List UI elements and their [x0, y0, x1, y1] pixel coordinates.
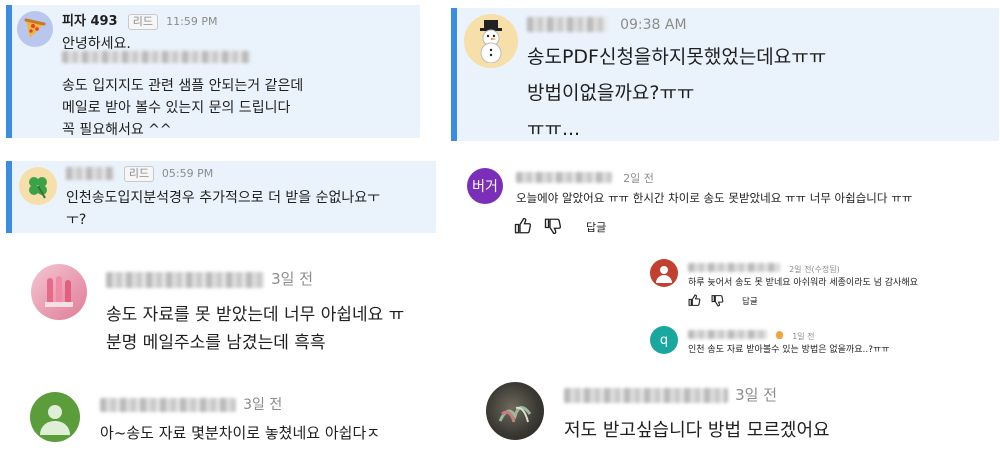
message-line: 꼭 필요해서요 ^^ — [62, 122, 172, 138]
reply-button[interactable]: 답글 — [742, 295, 758, 307]
comment-text: 인천 송도 자료 받아볼수 있는 방법은 없을까요..?ㅠㅠ — [688, 345, 890, 355]
snowman-icon — [480, 20, 502, 63]
message-line: 송도 입지지도 관련 샘플 안되는거 같은데 — [62, 78, 304, 94]
message-card-1: 피자 493 리드 11:59 PM 안녕하세요. 송도 입지지도 관련 샘플 … — [6, 5, 420, 138]
comment-text: 오늘에야 알았어요 ㅠㅠ 한시간 차이로 송도 못받았네요 ㅠㅠ 너무 아쉽습니… — [516, 191, 913, 205]
redacted-author — [527, 17, 607, 32]
person-icon — [656, 266, 672, 283]
avatar[interactable]: 버거 — [467, 168, 503, 204]
avatar-initials: q — [659, 332, 669, 348]
comment-card-5: 2일 전(수정됨) 하루 늦어서 송도 못 받네요 아쉬워라 세종이라도 넘 감… — [644, 254, 964, 314]
comment-card-7: 3일 전 송도 자료를 못 받았는데 너무 아쉽네요 ㅠ 분명 메일주소를 남겼… — [26, 260, 466, 360]
redacted-author — [688, 263, 780, 272]
redacted-author — [106, 271, 264, 288]
timestamp[interactable]: 11:59 PM — [166, 15, 217, 28]
clover-icon — [29, 177, 47, 199]
avatar[interactable]: q — [650, 326, 678, 354]
timestamp[interactable]: 3일 전 — [243, 397, 282, 413]
comment-text: 저도 받고싶습니다 방법 모르겠어요 — [564, 420, 830, 441]
like-icon[interactable] — [514, 217, 532, 235]
dislike-icon[interactable] — [544, 217, 562, 235]
pizza-avatar — [17, 11, 53, 47]
flower-icon — [45, 276, 73, 307]
default-avatar[interactable] — [30, 392, 80, 442]
message-line: 메일로 받아 볼수 있는지 문의 드립니다 — [62, 100, 291, 116]
fire-icon — [776, 330, 784, 339]
avatar[interactable] — [31, 264, 87, 320]
message-line: 안녕하세요. — [62, 36, 131, 52]
message-line: ㅜ? — [66, 212, 87, 228]
message-line: 송도PDF신청을하지못했었는데요ㅠㅠ — [527, 46, 827, 68]
author-name[interactable]: 피자 493 — [62, 14, 118, 29]
avatar-initials: 버거 — [472, 179, 498, 195]
pizza-icon — [24, 18, 46, 38]
lead-tag: 리드 — [123, 166, 155, 182]
message-line: 인천송도입지분석경우 추가적으로 더 받을 순없나요ㅜ — [66, 190, 381, 206]
plant-photo-icon — [498, 406, 532, 423]
comment-text: 송도 자료를 못 받았는데 너무 아쉽네요 ㅠ — [106, 305, 405, 325]
redacted-author — [516, 172, 612, 183]
timestamp[interactable]: 09:38 AM — [620, 17, 686, 33]
message-line: 방법이없을까요?ㅠㅠ — [527, 82, 695, 104]
snowman-avatar — [464, 14, 518, 68]
message-line: ㅠㅠ... — [527, 118, 581, 140]
comment-text: 분명 메일주소를 남겼는데 흑흑 — [106, 333, 326, 353]
redacted-email — [62, 51, 250, 63]
timestamp[interactable]: 3일 전 — [271, 270, 313, 288]
comment-card-4: 버거 2일 전 오늘에야 알았어요 ㅠㅠ 한시간 차이로 송도 못받았네요 ㅠㅠ… — [462, 163, 998, 243]
timestamp[interactable]: 3일 전 — [735, 386, 777, 404]
timestamp[interactable]: 2일 전 — [623, 172, 654, 185]
redacted-author — [66, 167, 114, 180]
message-card-3: 리드 05:59 PM 인천송도입지분석경우 추가적으로 더 받을 순없나요ㅜ … — [6, 161, 436, 233]
redacted-author — [688, 330, 768, 339]
message-card-2: 09:38 AM 송도PDF신청을하지못했었는데요ㅠㅠ 방법이없을까요?ㅠㅠ ㅠ… — [451, 8, 999, 141]
timestamp[interactable]: 2일 전(수정됨) — [789, 265, 840, 274]
reply-button[interactable]: 답글 — [586, 219, 606, 235]
clover-avatar — [19, 167, 57, 205]
comment-text: 하루 늦어서 송도 못 받네요 아쉬워라 세종이라도 넘 감사해요 — [688, 278, 918, 288]
comment-card-6: q 1일 전 인천 송도 자료 받아볼수 있는 방법은 없을까요..?ㅠㅠ — [644, 320, 964, 360]
person-icon — [40, 405, 70, 435]
comment-card-8: 3일 전 아~송도 자료 몇분차이로 놓쳤네요 아쉽다ㅈ — [26, 386, 466, 450]
redacted-author — [100, 397, 236, 412]
avatar[interactable] — [486, 382, 544, 440]
redacted-author — [564, 388, 728, 403]
timestamp[interactable]: 1일 전 — [792, 332, 814, 341]
timestamp[interactable]: 05:59 PM — [162, 167, 213, 180]
comment-card-9: 3일 전 저도 받고싶습니다 방법 모르겠어요 — [484, 378, 998, 454]
like-icon[interactable] — [688, 294, 701, 307]
dislike-icon[interactable] — [711, 294, 724, 307]
lead-tag: 리드 — [127, 14, 158, 30]
comment-text: 아~송도 자료 몇분차이로 놓쳤네요 아쉽다ㅈ — [100, 424, 381, 442]
avatar[interactable] — [650, 259, 678, 287]
